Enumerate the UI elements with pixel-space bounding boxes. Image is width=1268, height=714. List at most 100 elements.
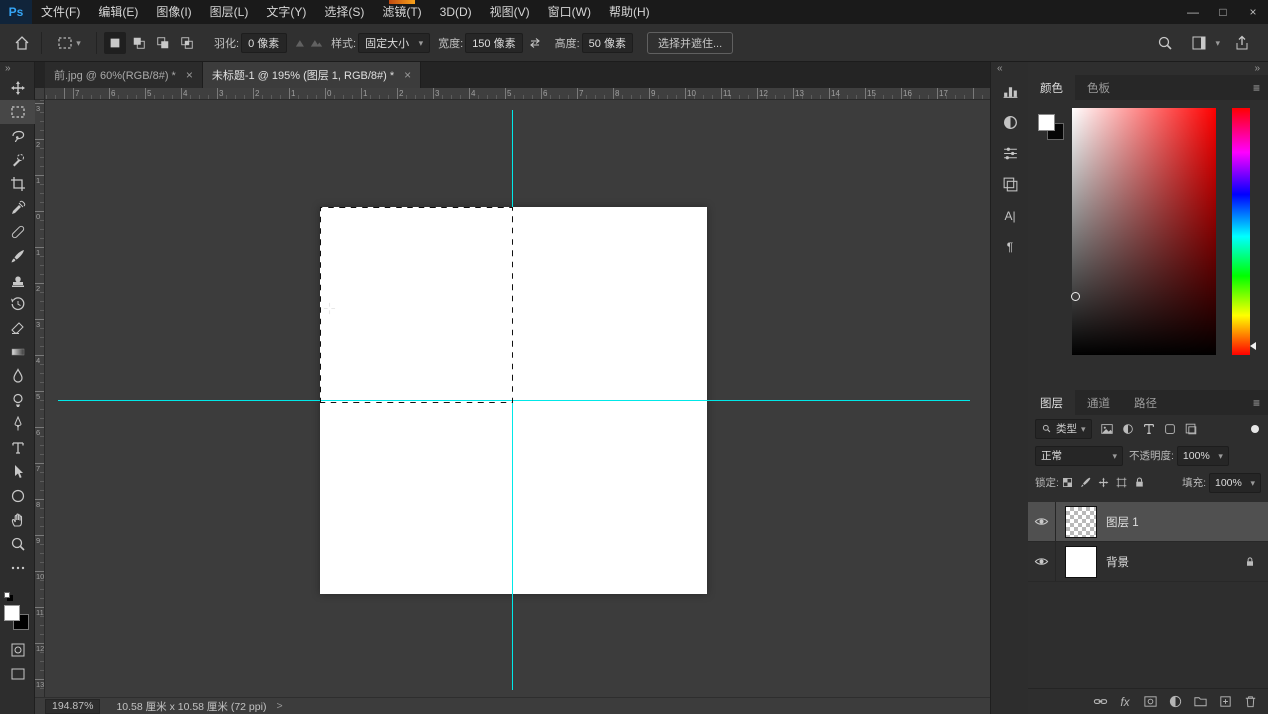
history-brush-tool[interactable] [0,292,35,316]
status-chevron-icon[interactable]: > [276,700,282,712]
restore-button[interactable]: □ [1208,0,1238,24]
gradient-tool[interactable] [0,340,35,364]
filter-toggle-dot[interactable] [1251,425,1259,433]
visibility-toggle-eye-icon[interactable] [1028,542,1056,581]
panels-collapse-icon[interactable]: » [1028,62,1268,75]
blur-tool[interactable] [0,364,35,388]
filter-shape-icon[interactable] [1160,419,1181,439]
layer-styles-icon[interactable]: fx [1114,691,1136,713]
style-select[interactable]: 固定大小 [358,33,430,53]
menu-item-视图(V)[interactable]: 视图(V) [481,0,539,24]
add-to-selection-icon[interactable] [128,32,150,54]
menu-item-编辑(E)[interactable]: 编辑(E) [89,0,147,24]
ruler-origin-corner[interactable] [35,88,45,100]
new-adjustment-icon[interactable] [1164,691,1186,713]
blend-mode-select[interactable]: 正常 [1035,446,1123,466]
feather-input[interactable]: 0 像素 [241,33,287,53]
eraser-tool[interactable] [0,316,35,340]
close-button[interactable]: × [1238,0,1268,24]
panel-tab-图层[interactable]: 图层 [1028,390,1075,415]
foreground-color-swatch[interactable] [4,605,20,621]
menu-item-图像(I)[interactable]: 图像(I) [147,0,200,24]
dock-expand-icon[interactable]: « [991,62,1028,76]
eyedropper-tool[interactable] [0,196,35,220]
menu-item-帮助(H)[interactable]: 帮助(H) [600,0,659,24]
marquee-selection[interactable] [320,207,513,403]
histogram-panel-icon[interactable] [991,76,1029,107]
healing-tool[interactable] [0,220,35,244]
adjustments-panel-icon[interactable] [991,107,1029,138]
filter-kind-select[interactable]: 类型 [1035,419,1092,439]
zoom-level-input[interactable]: 194.87% [45,699,100,714]
home-icon[interactable] [10,31,34,55]
filter-type-icon[interactable] [1139,419,1160,439]
document-tab[interactable]: 前.jpg @ 60%(RGB/8#) *× [45,62,203,88]
character-panel-icon[interactable]: A| [991,200,1029,231]
new-selection-icon[interactable] [104,32,126,54]
hand-tool[interactable] [0,508,35,532]
opacity-select[interactable]: 100% [1177,446,1229,466]
width-input[interactable]: 150 像素 [465,33,522,53]
search-icon[interactable] [1153,31,1177,55]
quick-select-tool[interactable] [0,148,35,172]
minimize-button[interactable]: — [1178,0,1208,24]
canvas-area[interactable] [45,100,990,697]
screen-mode-button[interactable] [0,662,35,686]
fill-select[interactable]: 100% [1209,473,1261,493]
dodge-tool[interactable] [0,388,35,412]
layer-row[interactable]: 背景 [1028,542,1268,582]
panel-menu-icon[interactable]: ≡ [1253,390,1268,415]
pen-tool[interactable] [0,412,35,436]
chevron-down-icon[interactable] [1215,37,1220,49]
filter-adjustment-icon[interactable] [1118,419,1139,439]
tab-close-icon[interactable]: × [186,68,193,82]
new-layer-icon[interactable] [1214,691,1236,713]
path-select-tool[interactable] [0,460,35,484]
visibility-toggle-eye-icon[interactable] [1028,502,1056,541]
panel-tab-通道[interactable]: 通道 [1075,390,1122,415]
type-tool[interactable] [0,436,35,460]
layer-thumbnail[interactable] [1065,506,1097,538]
stamp-tool[interactable] [0,268,35,292]
panel-tab-色板[interactable]: 色板 [1075,75,1122,100]
ruler-top[interactable]: 765432101234567891011121314151617 [45,88,990,100]
foreground-color-swatch[interactable] [1038,114,1055,131]
lasso-tool[interactable] [0,124,35,148]
filter-smart-object-icon[interactable] [1181,419,1202,439]
menu-item-文件(F)[interactable]: 文件(F) [32,0,89,24]
clone-source-panel-icon[interactable] [991,169,1029,200]
color-picker-cursor[interactable] [1071,292,1080,301]
quick-mask-button[interactable] [0,638,35,662]
share-icon[interactable] [1230,31,1254,55]
panel-tab-路径[interactable]: 路径 [1122,390,1169,415]
menu-item-窗口(W)[interactable]: 窗口(W) [539,0,600,24]
workspace-switcher-icon[interactable] [1187,31,1211,55]
hue-slider-marker[interactable] [1250,342,1256,350]
saturation-brightness-field[interactable] [1072,108,1216,355]
layer-row[interactable]: 图层 1 [1028,502,1268,542]
delete-icon[interactable] [1239,691,1261,713]
ellipse-tool[interactable] [0,484,35,508]
menu-item-3D(D)[interactable]: 3D(D) [431,0,481,24]
marquee-tool[interactable] [0,100,35,124]
tool-preset-picker[interactable] [49,30,89,56]
group-icon[interactable] [1189,691,1211,713]
menu-item-文字(Y)[interactable]: 文字(Y) [257,0,315,24]
brush-settings-panel-icon[interactable] [991,138,1029,169]
menu-item-图层(L)[interactable]: 图层(L) [201,0,258,24]
lock-pixels-icon[interactable] [1077,473,1095,493]
ruler-left[interactable]: 321012345678910111213 [35,100,45,697]
height-input[interactable]: 50 像素 [582,33,633,53]
swap-dimensions-icon[interactable] [523,31,547,55]
crop-tool[interactable] [0,172,35,196]
more-tool[interactable] [0,556,35,580]
paragraph-panel-icon[interactable]: ¶ [991,231,1029,262]
lock-position-icon[interactable] [1095,473,1113,493]
layer-thumbnail[interactable] [1065,546,1097,578]
panel-tab-颜色[interactable]: 颜色 [1028,75,1075,100]
tab-close-icon[interactable]: × [404,68,411,82]
document-tab[interactable]: 未标题-1 @ 195% (图层 1, RGB/8#) *× [203,62,421,88]
move-tool[interactable] [0,76,35,100]
zoom-tool[interactable] [0,532,35,556]
panel-menu-icon[interactable]: ≡ [1253,75,1268,100]
